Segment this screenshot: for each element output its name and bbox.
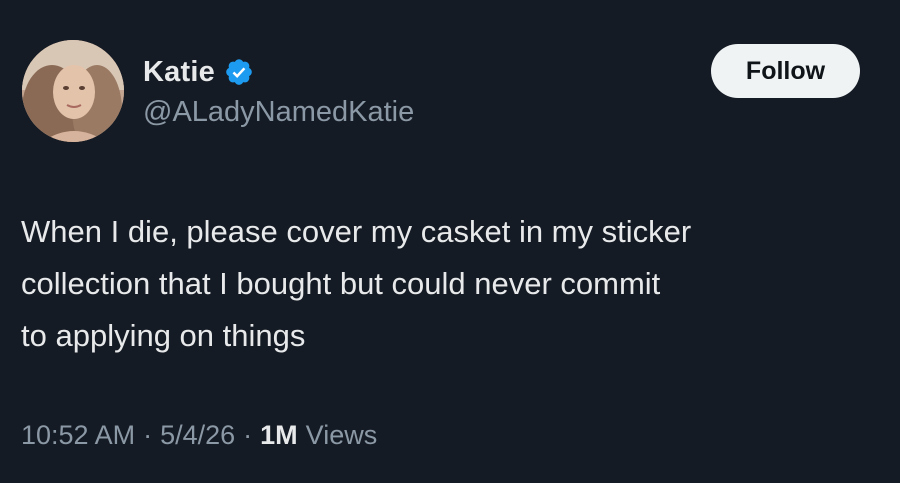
tweet-card: Katie @ALadyNamedKatie Follow When I die…	[0, 0, 900, 483]
tweet-time[interactable]: 10:52 AM	[21, 420, 135, 451]
views-count[interactable]: 1M	[260, 420, 298, 451]
meta-separator: ·	[243, 420, 253, 450]
author-name-row[interactable]: Katie	[143, 52, 254, 92]
tweet-text-line: to applying on things	[21, 318, 306, 353]
author-display-name[interactable]: Katie	[143, 56, 215, 89]
tweet-meta: 10:52 AM · 5/4/26 · 1M Views	[21, 420, 377, 451]
views-label[interactable]: Views	[306, 420, 378, 451]
author-handle[interactable]: @ALadyNamedKatie	[143, 96, 414, 129]
tweet-text-line: When I die, please cover my casket in my…	[21, 214, 692, 249]
follow-button[interactable]: Follow	[711, 44, 860, 98]
tweet-text: When I die, please cover my casket in my…	[21, 206, 871, 362]
meta-separator: ·	[143, 420, 153, 450]
tweet-text-line: collection that I bought but could never…	[21, 266, 661, 301]
avatar[interactable]	[22, 40, 124, 142]
avatar-photo-icon	[22, 40, 124, 142]
tweet-date[interactable]: 5/4/26	[160, 420, 235, 451]
verified-badge-icon	[226, 59, 252, 85]
